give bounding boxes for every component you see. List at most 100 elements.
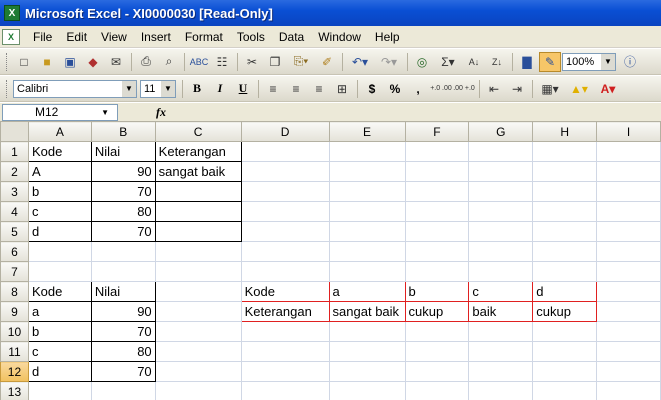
sort-ascending-icon[interactable]: A↓ xyxy=(463,52,485,72)
cell-i1[interactable] xyxy=(596,141,661,162)
cell-c2[interactable]: sangat baik xyxy=(154,161,242,182)
cell-a10[interactable]: b xyxy=(27,321,92,342)
row-header-6[interactable]: 6 xyxy=(0,241,29,262)
chevron-down-icon[interactable]: ▼ xyxy=(601,53,615,70)
cell-f2[interactable] xyxy=(404,161,470,182)
menu-file[interactable]: File xyxy=(26,27,59,47)
cell-e7[interactable] xyxy=(328,261,406,282)
comma-button[interactable]: , xyxy=(407,79,429,99)
cell-e2[interactable] xyxy=(328,161,406,182)
cell-h9[interactable]: cukup xyxy=(532,301,598,322)
cell-e11[interactable] xyxy=(328,341,406,362)
cell-i9[interactable] xyxy=(596,301,661,322)
cell-f12[interactable] xyxy=(404,361,470,382)
cell-g12[interactable] xyxy=(468,361,534,382)
italic-button[interactable]: I xyxy=(209,79,231,99)
permission-icon[interactable]: ◆ xyxy=(82,52,104,72)
column-header-g[interactable]: G xyxy=(468,121,534,142)
cell-a11[interactable]: c xyxy=(27,341,92,362)
cell-d13[interactable] xyxy=(240,381,330,400)
cell-b12[interactable]: 70 xyxy=(90,361,156,382)
autosum-icon[interactable]: Σ▾ xyxy=(434,52,462,72)
cell-b4[interactable]: 80 xyxy=(90,201,156,222)
cell-h2[interactable] xyxy=(532,161,598,182)
row-header-3[interactable]: 3 xyxy=(0,181,29,202)
cell-d9[interactable]: Keterangan xyxy=(240,301,330,322)
cell-d10[interactable] xyxy=(240,321,330,342)
cell-h10[interactable] xyxy=(532,321,598,342)
function-icon[interactable]: fx xyxy=(156,105,166,120)
align-center-icon[interactable]: ≡ xyxy=(285,79,307,99)
cell-f4[interactable] xyxy=(404,201,470,222)
email-icon[interactable]: ✉ xyxy=(105,52,127,72)
decrease-decimal-button[interactable]: .00 +.0 xyxy=(453,79,475,99)
cell-e8[interactable]: a xyxy=(328,281,406,302)
column-header-e[interactable]: E xyxy=(328,121,406,142)
spelling-icon[interactable]: ABC xyxy=(188,52,210,72)
cell-a3[interactable]: b xyxy=(27,181,92,202)
cell-i3[interactable] xyxy=(596,181,661,202)
cell-g13[interactable] xyxy=(468,381,534,400)
column-header-h[interactable]: H xyxy=(532,121,598,142)
cell-h8[interactable]: d xyxy=(532,281,598,302)
hyperlink-icon[interactable]: ◎ xyxy=(411,52,433,72)
print-icon[interactable]: ⎙ xyxy=(135,52,157,72)
font-size-select[interactable]: 11 ▼ xyxy=(140,79,176,98)
cell-i13[interactable] xyxy=(596,381,661,400)
cell-f5[interactable] xyxy=(404,221,470,242)
align-right-icon[interactable]: ≡ xyxy=(308,79,330,99)
cell-e4[interactable] xyxy=(328,201,406,222)
cell-e3[interactable] xyxy=(328,181,406,202)
row-header-12[interactable]: 12 xyxy=(0,361,29,382)
cell-f3[interactable] xyxy=(404,181,470,202)
row-header-2[interactable]: 2 xyxy=(0,161,29,182)
cell-c5[interactable] xyxy=(154,221,242,242)
cell-a9[interactable]: a xyxy=(27,301,92,322)
percent-button[interactable]: % xyxy=(384,79,406,99)
cell-f8[interactable]: b xyxy=(404,281,470,302)
cell-d3[interactable] xyxy=(240,181,330,202)
cell-d6[interactable] xyxy=(240,241,330,262)
help-icon[interactable]: ⓘ xyxy=(619,52,641,72)
cell-g4[interactable] xyxy=(468,201,534,222)
undo-icon[interactable]: ↶▾ xyxy=(346,52,374,72)
cell-g7[interactable] xyxy=(468,261,534,282)
menu-tools[interactable]: Tools xyxy=(230,27,272,47)
cell-b8[interactable]: Nilai xyxy=(90,281,156,302)
cell-i5[interactable] xyxy=(596,221,661,242)
cell-a6[interactable] xyxy=(27,241,92,262)
menu-view[interactable]: View xyxy=(94,27,134,47)
row-header-13[interactable]: 13 xyxy=(0,381,29,400)
print-preview-icon[interactable]: ⌕ xyxy=(158,52,180,72)
cell-f7[interactable] xyxy=(404,261,470,282)
research-icon[interactable]: ☷ xyxy=(211,52,233,72)
cell-e9[interactable]: sangat baik xyxy=(328,301,406,322)
menu-edit[interactable]: Edit xyxy=(59,27,94,47)
row-header-1[interactable]: 1 xyxy=(0,141,29,162)
row-header-8[interactable]: 8 xyxy=(0,281,29,302)
column-header-f[interactable]: F xyxy=(404,121,470,142)
menu-data[interactable]: Data xyxy=(272,27,311,47)
menu-insert[interactable]: Insert xyxy=(134,27,178,47)
cell-i7[interactable] xyxy=(596,261,661,282)
paste-icon[interactable]: ⎘▾ xyxy=(287,52,315,72)
cell-a7[interactable] xyxy=(27,261,92,282)
chevron-down-icon[interactable]: ▼ xyxy=(161,80,175,97)
cell-g11[interactable] xyxy=(468,341,534,362)
cell-e13[interactable] xyxy=(328,381,406,400)
cell-a1[interactable]: Kode xyxy=(27,141,92,162)
cell-b5[interactable]: 70 xyxy=(90,221,156,242)
cell-h6[interactable] xyxy=(532,241,598,262)
cell-c6[interactable] xyxy=(154,241,242,262)
cell-c10[interactable] xyxy=(154,321,242,342)
column-header-i[interactable]: I xyxy=(596,121,661,142)
column-header-d[interactable]: D xyxy=(240,121,330,142)
cell-c13[interactable] xyxy=(154,381,242,400)
cell-a12[interactable]: d xyxy=(27,361,92,382)
currency-button[interactable]: $ xyxy=(361,79,383,99)
increase-indent-icon[interactable]: ⇥ xyxy=(506,79,528,99)
cell-g9[interactable]: baik xyxy=(468,301,534,322)
cell-f11[interactable] xyxy=(404,341,470,362)
column-header-b[interactable]: B xyxy=(90,121,156,142)
bold-button[interactable]: B xyxy=(186,79,208,99)
